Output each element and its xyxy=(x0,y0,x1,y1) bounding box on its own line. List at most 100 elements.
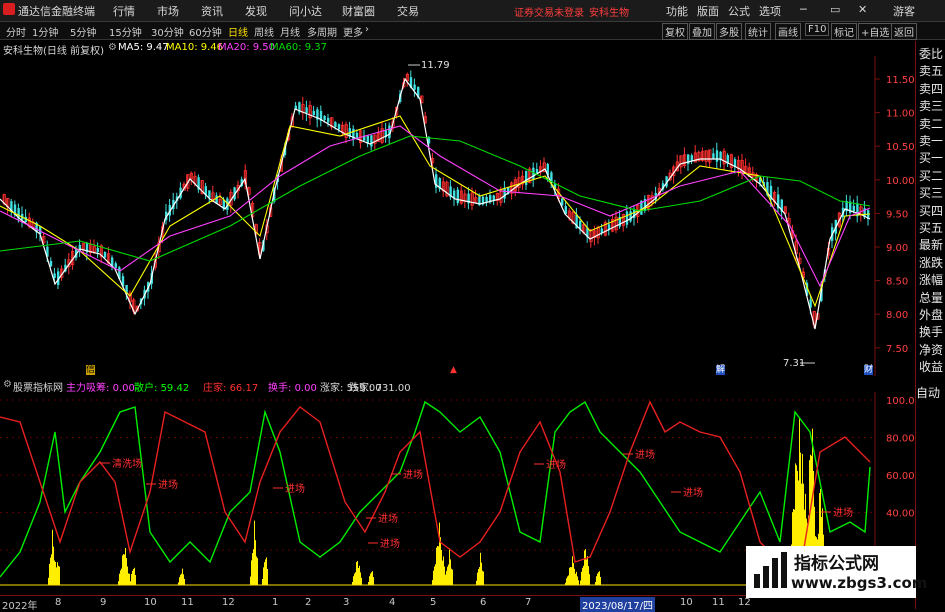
indicator-bar xyxy=(570,567,571,585)
indicator-bar xyxy=(58,565,59,585)
event-marker-icon[interactable]: 财 xyxy=(864,365,873,375)
tool-adjust[interactable]: 复权 xyxy=(662,23,688,40)
menu-function[interactable]: 功能 xyxy=(666,3,688,19)
price-tick-label: 9.50 xyxy=(886,209,908,220)
watermark-logo-icon xyxy=(754,552,787,588)
panel-item: 总量 xyxy=(919,290,944,305)
settings-icon[interactable]: ⚙ xyxy=(3,379,12,390)
indicator-info-bar: ⚙ 股票指标网 主力吸筹: 0.00 散户: 59.42 庄家: 66.17 换… xyxy=(0,378,915,394)
indicator-bar xyxy=(441,549,442,585)
menu-trade[interactable]: 交易 xyxy=(397,3,419,19)
date-label: 11 xyxy=(712,597,725,608)
menu-formula[interactable]: 公式 xyxy=(728,3,750,19)
period-tab[interactable]: 周线 xyxy=(254,24,274,39)
period-tab[interactable]: 30分钟 xyxy=(151,24,184,39)
indicator-bar xyxy=(129,573,130,585)
indicator-bar xyxy=(127,566,128,585)
panel-item: 卖五 xyxy=(919,64,944,79)
indicator-bar xyxy=(180,574,181,585)
event-marker-icon[interactable]: 解 xyxy=(716,365,725,375)
period-tab[interactable]: 1分钟 xyxy=(32,24,58,39)
date-label: 2022年 xyxy=(2,601,38,612)
tool-draw[interactable]: 画线 xyxy=(775,23,801,40)
indicator-bars xyxy=(48,417,840,585)
indicator-bar xyxy=(434,566,435,585)
tool-stats[interactable]: 统计 xyxy=(745,23,771,40)
indicator-bar xyxy=(132,570,133,585)
auto-button[interactable]: 自动 xyxy=(916,384,945,402)
menu-discover[interactable]: 发现 xyxy=(245,3,267,19)
indicator-bar xyxy=(450,559,451,585)
panel-item: 外盘 xyxy=(919,308,944,322)
indicator-bar xyxy=(568,575,569,585)
tool-mark[interactable]: 标记 xyxy=(831,23,857,40)
indicator-bar xyxy=(183,574,184,585)
date-label: 11 xyxy=(181,597,194,608)
indicator-bar xyxy=(448,564,449,585)
period-tab[interactable]: 更多 xyxy=(343,24,363,39)
period-tab[interactable]: 多周期 xyxy=(307,24,337,39)
indicator-bar xyxy=(578,580,579,585)
event-marker-icon[interactable]: ▲ xyxy=(449,365,458,375)
indicator-bar xyxy=(119,573,120,585)
indicator-bar xyxy=(56,567,57,585)
ma60-label: MA60: 9.37 xyxy=(270,42,328,53)
ma60-line xyxy=(0,135,871,262)
menu-options[interactable]: 选项 xyxy=(759,3,781,19)
indicator-lines xyxy=(0,400,871,578)
indicator-bar xyxy=(476,580,477,585)
indicator-bar xyxy=(252,553,253,585)
indicator-bar xyxy=(52,529,53,585)
indicator-bar xyxy=(130,581,131,585)
trade-login-notice[interactable]: 证券交易未登录 xyxy=(514,4,584,19)
minimize-icon[interactable]: ─ xyxy=(800,3,807,16)
menu-wealth[interactable]: 财富圈 xyxy=(342,3,375,19)
menu-xiaoda[interactable]: 问小达 xyxy=(289,3,322,19)
indicator-bar xyxy=(371,572,372,585)
tool-add-watchlist[interactable]: +自选 xyxy=(858,23,893,40)
period-tab[interactable]: 分时 xyxy=(6,24,26,39)
candle-body xyxy=(625,211,629,225)
indicator-bar xyxy=(436,547,437,585)
watermark: 指标公式网 www.zbgs3.com xyxy=(746,546,927,598)
indicator-bar xyxy=(353,576,354,585)
more-dropdown-icon[interactable]: › xyxy=(365,24,369,35)
indicator-bar xyxy=(266,557,267,585)
candle-body xyxy=(114,263,117,268)
period-tab[interactable]: 月线 xyxy=(280,24,300,39)
gear-icon[interactable]: ⚙ xyxy=(108,42,117,53)
indicator-bar xyxy=(483,571,484,585)
indicator-axis: 100.0080.0060.0040.0020.00 xyxy=(886,396,915,557)
indicator-tick-label: 100.00 xyxy=(886,396,915,407)
event-marker-icon[interactable]: 信 xyxy=(86,365,95,375)
indicator-bar xyxy=(128,573,129,585)
indicator-bar xyxy=(600,577,601,585)
menu-markets[interactable]: 市场 xyxy=(157,3,179,19)
period-tab-active[interactable]: 日线 xyxy=(228,24,248,39)
price-tick-label: 8.00 xyxy=(886,310,908,321)
tool-multi[interactable]: 多股 xyxy=(716,23,742,40)
close-icon[interactable]: ✕ xyxy=(858,3,867,16)
period-tab[interactable]: 5分钟 xyxy=(70,24,96,39)
menu-layout[interactable]: 版面 xyxy=(697,3,719,19)
user-guest[interactable]: 游客 xyxy=(893,3,915,19)
maximize-icon[interactable]: ▭ xyxy=(830,3,840,16)
period-tab[interactable]: 60分钟 xyxy=(189,24,222,39)
menu-market[interactable]: 行情 xyxy=(113,3,135,19)
indicator-bar xyxy=(263,567,264,585)
tool-overlay[interactable]: 叠加 xyxy=(689,23,715,40)
ma10-label: MA10: 9.46 xyxy=(166,42,224,53)
period-tab[interactable]: 15分钟 xyxy=(109,24,142,39)
app-title: 通达信金融终端 xyxy=(18,5,95,18)
indicator-bar xyxy=(357,561,358,585)
indicator-bar xyxy=(50,557,51,585)
menu-news[interactable]: 资讯 xyxy=(201,3,223,19)
tool-back[interactable]: 返回 xyxy=(891,23,917,40)
indicator-bar xyxy=(582,567,583,585)
tool-f10[interactable]: F10 xyxy=(805,23,830,36)
indicator-tick-label: 80.00 xyxy=(886,434,915,445)
indicator-bar xyxy=(264,562,265,585)
indicator-bar xyxy=(438,546,439,585)
candlestick-chart[interactable]: 11.50 11.00 10.50 10.00 9.50 9.00 8.50 8.00 7.50… xyxy=(0,56,915,376)
indicator-bar xyxy=(267,569,268,585)
